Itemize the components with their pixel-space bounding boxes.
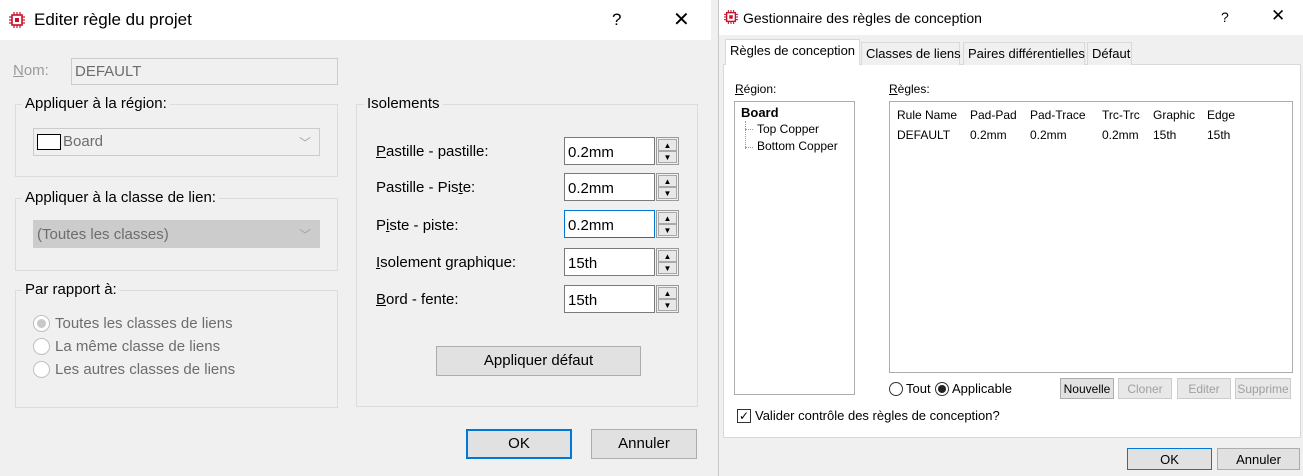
pad-track-label: Pastille - Piste: — [376, 179, 476, 196]
rules-table[interactable]: Rule Name Pad-Pad Pad-Trace Trc-Trc Grap… — [889, 101, 1293, 373]
ok-button[interactable]: OK — [1127, 448, 1212, 470]
pad-track-field[interactable]: 0.2mm — [564, 173, 655, 201]
tab-default[interactable]: Défaut — [1087, 42, 1132, 65]
netclass-select[interactable]: (Toutes les classes) ﹀ — [33, 220, 320, 248]
column-header[interactable]: Trc-Trc — [1102, 108, 1140, 122]
app-chip-icon — [724, 10, 738, 24]
netclass-group-title: Appliquer à la classe de lien: — [22, 189, 219, 206]
table-cell: 15th — [1153, 128, 1177, 142]
close-button[interactable]: ✕ — [673, 7, 690, 32]
design-rules-manager-dialog: Gestionnaire des règles de conception ? … — [718, 0, 1303, 476]
radio-label: Toutes les classes de liens — [55, 315, 233, 332]
tree-line — [745, 121, 746, 149]
name-label: Nom: — [13, 62, 49, 79]
column-header[interactable]: Pad-Trace — [1030, 108, 1086, 122]
apply-default-button[interactable]: Appliquer défaut — [436, 346, 641, 376]
radio-button — [33, 315, 50, 332]
spin-up-icon[interactable]: ▲ — [658, 250, 677, 262]
region-group-title: Appliquer à la région: — [22, 95, 170, 112]
title-bar: Editer règle du projet ? ✕ — [0, 0, 711, 40]
tree-item-bottom-copper[interactable]: Bottom Copper — [757, 139, 838, 153]
table-row[interactable]: DEFAULT 0.2mm 0.2mm 0.2mm 15th 15th — [890, 127, 1292, 145]
tree-item-top-copper[interactable]: Top Copper — [757, 122, 819, 136]
column-header[interactable]: Pad-Pad — [970, 108, 1017, 122]
edge-slot-label: Bord - fente: — [376, 291, 459, 308]
radio-label: Applicable — [952, 381, 1012, 396]
ok-button[interactable]: OK — [466, 429, 572, 459]
radio-label: Les autres classes de liens — [55, 361, 236, 378]
chevron-down-icon: ﹀ — [299, 228, 312, 242]
spin-up-icon[interactable]: ▲ — [658, 287, 677, 299]
tab-diff-pairs[interactable]: Paires différentielles — [963, 42, 1085, 65]
pad-pad-label: Pastille - pastille: — [376, 143, 489, 160]
edge-slot-spinner[interactable]: ▲ ▼ — [656, 285, 679, 313]
table-cell: DEFAULT — [897, 128, 951, 142]
dialog-title: Editer règle du projet — [34, 10, 192, 29]
radio-button — [935, 382, 949, 396]
region-select-value: Board — [63, 133, 104, 150]
track-track-label: Piste - piste: — [376, 217, 459, 234]
help-button[interactable]: ? — [1221, 9, 1229, 25]
region-swatch — [37, 134, 61, 150]
tree-line — [745, 147, 753, 148]
spin-down-icon[interactable]: ▼ — [658, 187, 677, 199]
spin-up-icon[interactable]: ▲ — [658, 175, 677, 187]
tab-design-rules[interactable]: Règles de conception — [725, 39, 860, 65]
clone-rule-button[interactable]: Cloner — [1118, 378, 1172, 399]
close-button[interactable]: ✕ — [1271, 6, 1285, 26]
delete-rule-button[interactable]: Supprime — [1235, 378, 1291, 399]
validate-drc-label: Valider contrôle des règles de conceptio… — [755, 408, 1000, 423]
column-header[interactable]: Edge — [1207, 108, 1235, 122]
table-cell: 15th — [1207, 128, 1231, 142]
pad-pad-spinner[interactable]: ▲ ▼ — [656, 137, 679, 165]
region-tree[interactable]: Board Top Copper Bottom Copper — [734, 101, 855, 395]
tab-net-classes[interactable]: Classes de liens — [861, 42, 961, 65]
spin-down-icon[interactable]: ▼ — [658, 151, 677, 163]
region-select[interactable]: Board ﹀ — [33, 128, 320, 156]
spin-up-icon[interactable]: ▲ — [658, 139, 677, 151]
region-label: Région: — [735, 82, 777, 96]
help-button[interactable]: ? — [612, 10, 621, 30]
tree-line — [745, 129, 753, 130]
radio-button — [889, 382, 903, 396]
netclass-select-value: (Toutes les classes) — [37, 226, 169, 243]
chevron-down-icon: ﹀ — [299, 136, 312, 150]
spin-up-icon[interactable]: ▲ — [658, 212, 677, 224]
radio-label: Tout — [906, 381, 931, 396]
tree-item-board[interactable]: Board — [741, 105, 779, 120]
track-track-field[interactable]: 0.2mm — [564, 210, 655, 238]
new-rule-button[interactable]: Nouvelle — [1060, 378, 1114, 399]
spin-down-icon[interactable]: ▼ — [658, 299, 677, 311]
rules-label: Règles: — [889, 82, 930, 96]
track-track-spinner[interactable]: ▲ ▼ — [656, 210, 679, 238]
column-header[interactable]: Rule Name — [897, 108, 957, 122]
radio-button — [33, 361, 50, 378]
pad-pad-field[interactable]: 0.2mm — [564, 137, 655, 165]
name-field: DEFAULT — [71, 58, 338, 85]
column-header[interactable]: Graphic — [1153, 108, 1195, 122]
spin-down-icon[interactable]: ▼ — [658, 262, 677, 274]
app-chip-icon — [9, 12, 25, 28]
table-cell: 0.2mm — [1102, 128, 1139, 142]
checkmark-icon: ✓ — [737, 409, 751, 423]
clearances-group-title: Isolements — [364, 95, 443, 112]
table-cell: 0.2mm — [1030, 128, 1067, 142]
cancel-button[interactable]: Annuler — [591, 429, 697, 459]
cancel-button[interactable]: Annuler — [1217, 448, 1300, 470]
radio-button — [33, 338, 50, 355]
table-cell: 0.2mm — [970, 128, 1007, 142]
relative-group-title: Par rapport à: — [22, 281, 120, 298]
graphic-clearance-label: Isolement graphique: — [376, 254, 517, 271]
edge-slot-field[interactable]: 15th — [564, 285, 655, 313]
spin-down-icon[interactable]: ▼ — [658, 224, 677, 236]
graphic-clearance-spinner[interactable]: ▲ ▼ — [656, 248, 679, 276]
graphic-clearance-field[interactable]: 15th — [564, 248, 655, 276]
pad-track-spinner[interactable]: ▲ ▼ — [656, 173, 679, 201]
dialog-title: Gestionnaire des règles de conception — [743, 10, 982, 26]
edit-rule-button[interactable]: Editer — [1177, 378, 1231, 399]
edit-rule-dialog: Editer règle du projet ? ✕ Nom: DEFAULT … — [0, 0, 711, 476]
title-bar: Gestionnaire des règles de conception ? … — [719, 0, 1303, 35]
radio-label: La même classe de liens — [55, 338, 221, 355]
